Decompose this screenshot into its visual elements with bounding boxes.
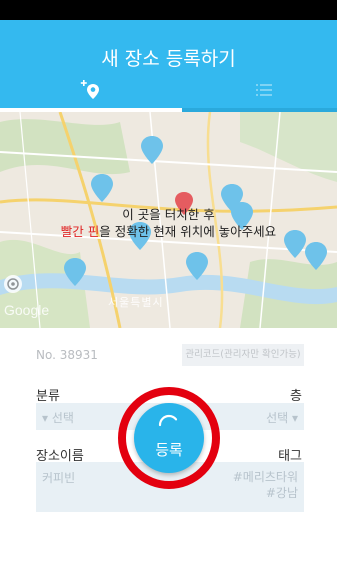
my-location-icon[interactable]: [4, 275, 22, 293]
map-hint-line1: 이 곳을 터치한 후: [122, 207, 215, 222]
category-label: 분류: [36, 389, 60, 404]
crosshair-icon: [7, 278, 19, 290]
tag-input[interactable]: #메리츠타워 #강남: [233, 469, 298, 501]
map-view[interactable]: 이 곳을 터치한 후 빨간 핀을 정확한 현재 위치에 놓아주세요 서울특별시 …: [0, 112, 337, 328]
floor-select[interactable]: 선택 ▾: [266, 409, 298, 426]
place-number: No. 38931: [36, 348, 98, 362]
loading-spinner-icon: [158, 414, 180, 427]
tab-list[interactable]: [256, 82, 272, 96]
google-logo: Google: [4, 302, 50, 318]
map-hint: 이 곳을 터치한 후 빨간 핀을 정확한 현재 위치에 놓아주세요: [0, 206, 337, 240]
mgmt-code-input[interactable]: 관리코드(관리자만 확인가능): [182, 344, 304, 366]
header: 새 장소 등록하기: [0, 20, 337, 112]
place-name-input[interactable]: 커피빈: [42, 469, 75, 486]
register-button-label: 등록: [155, 441, 183, 459]
floor-label: 층: [290, 389, 302, 404]
add-location-icon: [80, 80, 99, 99]
status-bar: [0, 0, 337, 20]
category-select[interactable]: ▾ 선택: [42, 409, 74, 426]
map-city-label: 서울특별시: [108, 296, 164, 309]
map-hint-line2: 빨간 핀을 정확한 현재 위치에 놓아주세요: [0, 223, 337, 240]
map-hint-red-pin: 빨간 핀: [60, 224, 100, 239]
page-title: 새 장소 등록하기: [101, 48, 236, 70]
tag-placeholder-line1: #메리츠타워: [232, 470, 298, 484]
tag-placeholder-line2: #강남: [265, 486, 298, 500]
register-button[interactable]: 등록: [134, 403, 204, 473]
list-icon: [256, 84, 272, 96]
tab-add-place[interactable]: [80, 78, 102, 100]
map-hint-rest: 을 정확한 현재 위치에 놓아주세요: [99, 224, 277, 239]
